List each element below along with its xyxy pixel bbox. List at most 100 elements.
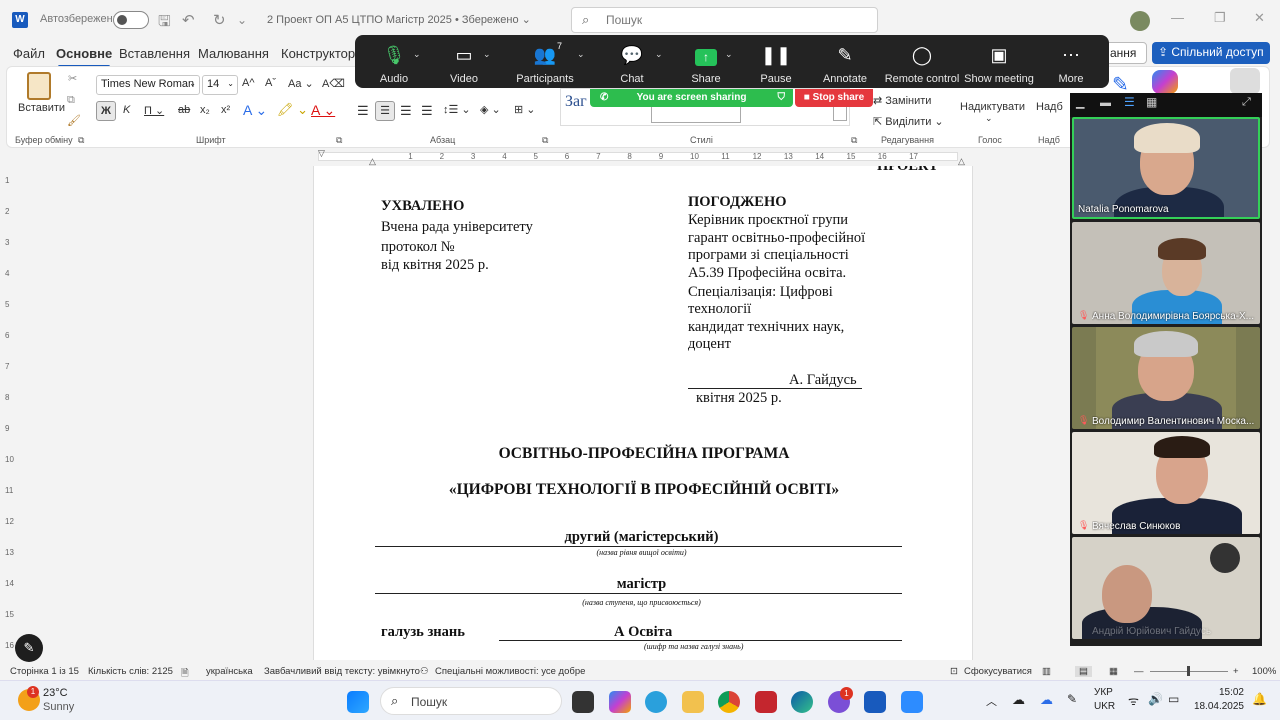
participant-tile[interactable]: Natalia Ponomarova [1072, 117, 1260, 219]
strikethrough-button[interactable]: ab [178, 104, 190, 116]
font-launcher-icon[interactable]: ⧉ [336, 135, 342, 146]
zoom-level[interactable]: 100% [1252, 666, 1276, 677]
audio-button[interactable]: 🎙 Audio [369, 35, 419, 88]
italic-button[interactable]: K [123, 104, 130, 116]
share-button[interactable]: ⇪ Спільний доступ ⌄ [1152, 42, 1270, 73]
align-right-icon[interactable]: ☰ [400, 103, 412, 119]
video-options-icon[interactable]: ⌄ [483, 49, 491, 60]
mcafee-icon[interactable] [755, 691, 777, 713]
clear-format-icon[interactable]: A⌫ [322, 77, 345, 90]
autosave-toggle[interactable] [113, 11, 149, 29]
view-list-icon[interactable]: ☰ [1124, 95, 1135, 109]
task-view-icon[interactable] [572, 691, 594, 713]
zoom-slider-thumb[interactable] [1187, 666, 1190, 676]
font-size-select[interactable]: 14 ⌄ [202, 75, 238, 95]
align-left-icon[interactable]: ☰ [357, 103, 369, 119]
remote-control-button[interactable]: ◯ Remote control [883, 35, 961, 88]
first-line-indent-icon[interactable]: ▽ [318, 148, 325, 159]
participant-tile[interactable]: Андрій Юрійович Гайдусь [1072, 537, 1260, 639]
grow-font-icon[interactable]: A^ [242, 77, 255, 89]
change-case-icon[interactable]: Aa ⌄ [288, 77, 314, 90]
bold-button[interactable]: Ж [96, 101, 116, 121]
weather-temp[interactable]: 23°C [43, 687, 68, 699]
tray-chevron-icon[interactable]: ︿ [986, 693, 997, 709]
language-status[interactable]: українська [206, 666, 253, 677]
weather-desc[interactable]: Sunny [43, 701, 74, 713]
focus-button[interactable]: Сфокусуватися [964, 666, 1032, 677]
justify-icon[interactable]: ☰ [421, 103, 433, 119]
paragraph-launcher-icon[interactable]: ⧉ [542, 135, 548, 146]
word-count[interactable]: Кількість слів: 2125 [88, 666, 173, 677]
zoom-out-icon[interactable]: — [1134, 666, 1144, 677]
share-options-icon[interactable]: ⌄ [725, 49, 733, 60]
clock-time[interactable]: 15:02 [1196, 687, 1244, 698]
edge-icon[interactable] [791, 691, 813, 713]
partial-menu-button[interactable]: ання [1105, 42, 1147, 64]
expand-panel-icon[interactable]: ⤢ [1242, 96, 1251, 109]
align-center-icon[interactable]: ☰ [375, 101, 395, 121]
paste-icon[interactable] [27, 72, 51, 100]
subscript-button[interactable]: x₂ [200, 104, 210, 116]
save-icon[interactable]: 🖫 [158, 11, 171, 36]
chrome-icon[interactable] [718, 691, 740, 713]
participant-tile[interactable]: 🎙 Вячеслав Синюков [1072, 432, 1260, 534]
annotate-button[interactable]: ✎ Annotate [817, 35, 873, 88]
tab-file[interactable]: Файл [13, 46, 45, 61]
minimize-icon[interactable]: — [1171, 10, 1184, 25]
underline-button[interactable]: П ⌄ [144, 104, 164, 117]
chat-button[interactable]: 💬 Chat [607, 35, 657, 88]
video-button[interactable]: ▭ Video [439, 35, 489, 88]
pen-tray-icon[interactable]: ✎ [1067, 692, 1077, 706]
borders-icon[interactable]: ⊞ ⌄ [514, 103, 536, 116]
clock-date[interactable]: 18.04.2025 [1190, 701, 1244, 712]
paste-button[interactable]: Вставити [18, 102, 65, 114]
redo-icon[interactable]: ↻ [213, 11, 226, 29]
chat-options-icon[interactable]: ⌄ [655, 49, 663, 60]
show-meeting-button[interactable]: ▣ Show meeting [963, 35, 1035, 88]
telegram-icon[interactable] [645, 691, 667, 713]
accessibility-status[interactable]: Спеціальні можливості: усе добре [435, 666, 585, 677]
document-page[interactable]: ПРОЕКТ УХВАЛЕНО Вчена рада університету … [313, 166, 973, 660]
share-screen-button[interactable]: ↑ Share [681, 35, 731, 88]
view-single-icon[interactable]: ▬ [1100, 97, 1111, 109]
search-input[interactable]: ⌕ Пошук [571, 7, 878, 33]
zoom-in-icon[interactable]: + [1233, 666, 1239, 677]
draw-pen-button[interactable]: ✎ [15, 634, 43, 662]
start-icon[interactable] [347, 691, 369, 713]
cut-icon[interactable]: ✂ [68, 72, 77, 85]
lang-top[interactable]: УКР [1094, 687, 1113, 698]
style-heading-preview[interactable]: Заг [565, 93, 587, 111]
audio-options-icon[interactable]: ⌄ [413, 49, 421, 60]
dictate-caret-icon[interactable]: ⌄ [985, 113, 993, 124]
participant-tile[interactable]: 🎙 Анна Володимирівна Боярська-Х... [1072, 222, 1260, 324]
cloud-icon[interactable]: ☁ [1012, 692, 1025, 708]
document-title[interactable]: 2 Проект ОП А5 ЦТПО Магістр 2025 • Збере… [267, 13, 531, 26]
volume-icon[interactable]: 🔊 [1148, 692, 1163, 706]
participants-options-icon[interactable]: ⌄ [577, 49, 585, 60]
designer-icon[interactable] [1230, 68, 1260, 94]
word-taskbar-icon[interactable] [864, 691, 886, 713]
notification-icon[interactable]: 🔔 [1252, 692, 1267, 706]
close-icon[interactable]: ✕ [1254, 10, 1265, 26]
avatar[interactable] [1130, 11, 1150, 31]
participant-tile[interactable]: 🎙 Володимир Валентинович Моска... [1072, 327, 1260, 429]
line-spacing-icon[interactable]: ↕☰ ⌄ [443, 103, 471, 116]
vertical-ruler[interactable]: 1 2 3 4 5 6 7 8 9 10 11 12 13 14 15 16 [0, 164, 16, 660]
web-layout-icon[interactable]: ▦ [1109, 666, 1118, 677]
predictive-status[interactable]: Завбачливий ввід тексту: увімкнуто [264, 666, 420, 677]
shrink-font-icon[interactable]: Aˇ [265, 77, 276, 89]
font-name-select[interactable]: Times New Roman ⌄ [96, 75, 200, 95]
stop-share-button[interactable]: ■ Stop share [795, 89, 873, 107]
highlight-icon[interactable]: 🖍 ⌄ [277, 102, 308, 118]
shading-icon[interactable]: ◈ ⌄ [480, 103, 501, 116]
tab-design[interactable]: Конструктор [281, 46, 355, 61]
tab-insert[interactable]: Вставлення [119, 46, 190, 61]
battery-icon[interactable]: ▭ [1168, 692, 1179, 706]
dictate-button[interactable]: Надиктувати [960, 101, 1025, 113]
print-layout-icon[interactable]: ▤ [1075, 666, 1092, 677]
more-button[interactable]: ⋯ More [1047, 35, 1095, 88]
zoom-taskbar-icon[interactable] [901, 691, 923, 713]
text-effects-icon[interactable]: A ⌄ [243, 102, 267, 119]
tab-home[interactable]: Основне [56, 46, 112, 68]
taskbar-search[interactable]: ⌕ Пошук [380, 687, 562, 715]
